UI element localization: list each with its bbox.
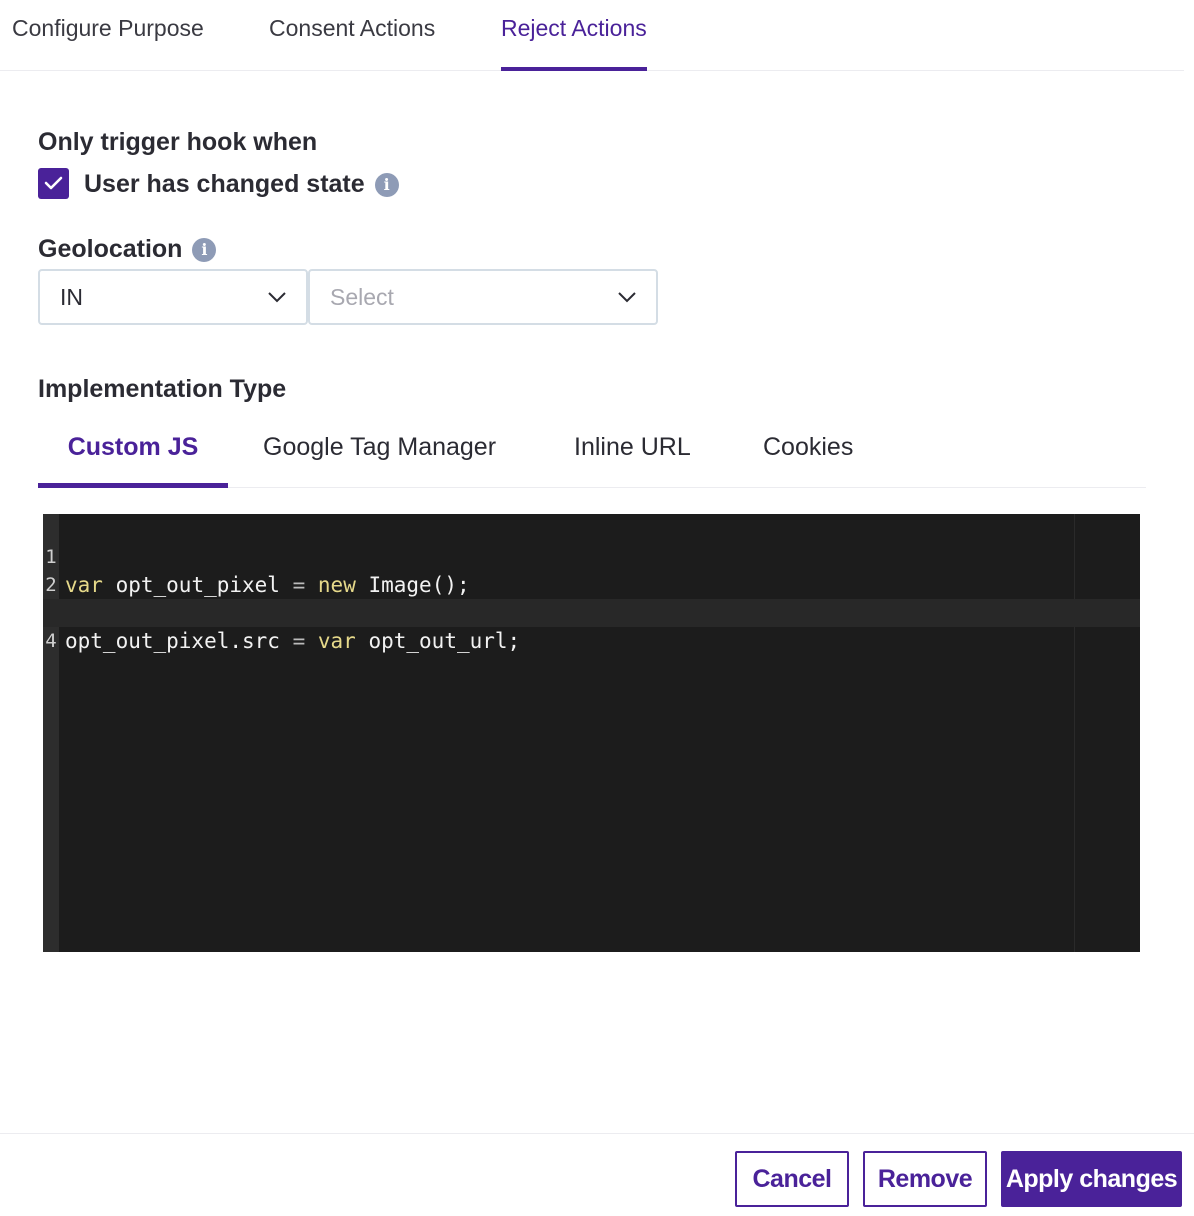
line-number: 4 (45, 630, 57, 652)
geolocation-label: Geolocation i (38, 235, 217, 264)
remove-button[interactable]: Remove (863, 1151, 987, 1207)
country-select[interactable]: Select (308, 269, 658, 325)
changed-state-label[interactable]: User has changed state i (84, 170, 399, 199)
implementation-heading: Implementation Type (38, 375, 287, 403)
tab-cookies[interactable]: Cookies (763, 414, 853, 487)
tab-configure-purpose[interactable]: Configure Purpose (12, 0, 204, 70)
tab-consent-actions[interactable]: Consent Actions (269, 0, 435, 70)
code-line[interactable]: 2 var opt_out_url = "http://ad.somevendo… (43, 543, 1140, 625)
check-icon (44, 176, 63, 190)
tab-custom-js[interactable]: Custom JS (38, 414, 228, 488)
apply-changes-button[interactable]: Apply changes (1001, 1151, 1182, 1207)
geolocation-heading: Geolocation (38, 235, 183, 263)
info-icon[interactable]: i (374, 173, 399, 198)
country-select-placeholder: Select (330, 284, 394, 310)
code-line-active[interactable]: 4 (43, 599, 1140, 652)
chevron-down-icon (618, 292, 636, 303)
code-line[interactable]: 3 opt_out_pixel.src = var opt_out_url; (43, 571, 1140, 653)
tab-reject-actions[interactable]: Reject Actions (501, 0, 647, 71)
region-select-value: IN (60, 284, 83, 310)
info-icon[interactable]: i (192, 238, 217, 263)
chevron-down-icon (268, 292, 286, 303)
tab-google-tag-manager[interactable]: Google Tag Manager (263, 414, 496, 487)
changed-state-checkbox[interactable] (38, 168, 69, 199)
top-tab-bar: Configure Purpose Consent Actions Reject… (0, 0, 1184, 71)
tab-inline-url[interactable]: Inline URL (574, 414, 691, 487)
trigger-heading: Only trigger hook when (38, 128, 318, 156)
implementation-tab-bar: Custom JS Google Tag Manager Inline URL … (38, 414, 1146, 488)
code-text: opt_out_pixel.src = var opt_out_url; (65, 629, 521, 653)
region-select[interactable]: IN (38, 269, 308, 325)
changed-state-text: User has changed state (84, 170, 365, 198)
cancel-button[interactable]: Cancel (735, 1151, 849, 1207)
code-editor[interactable]: 1 var opt_out_pixel = new Image(); 2 var… (43, 514, 1140, 952)
code-line[interactable]: 1 var opt_out_pixel = new Image(); (43, 515, 1140, 597)
